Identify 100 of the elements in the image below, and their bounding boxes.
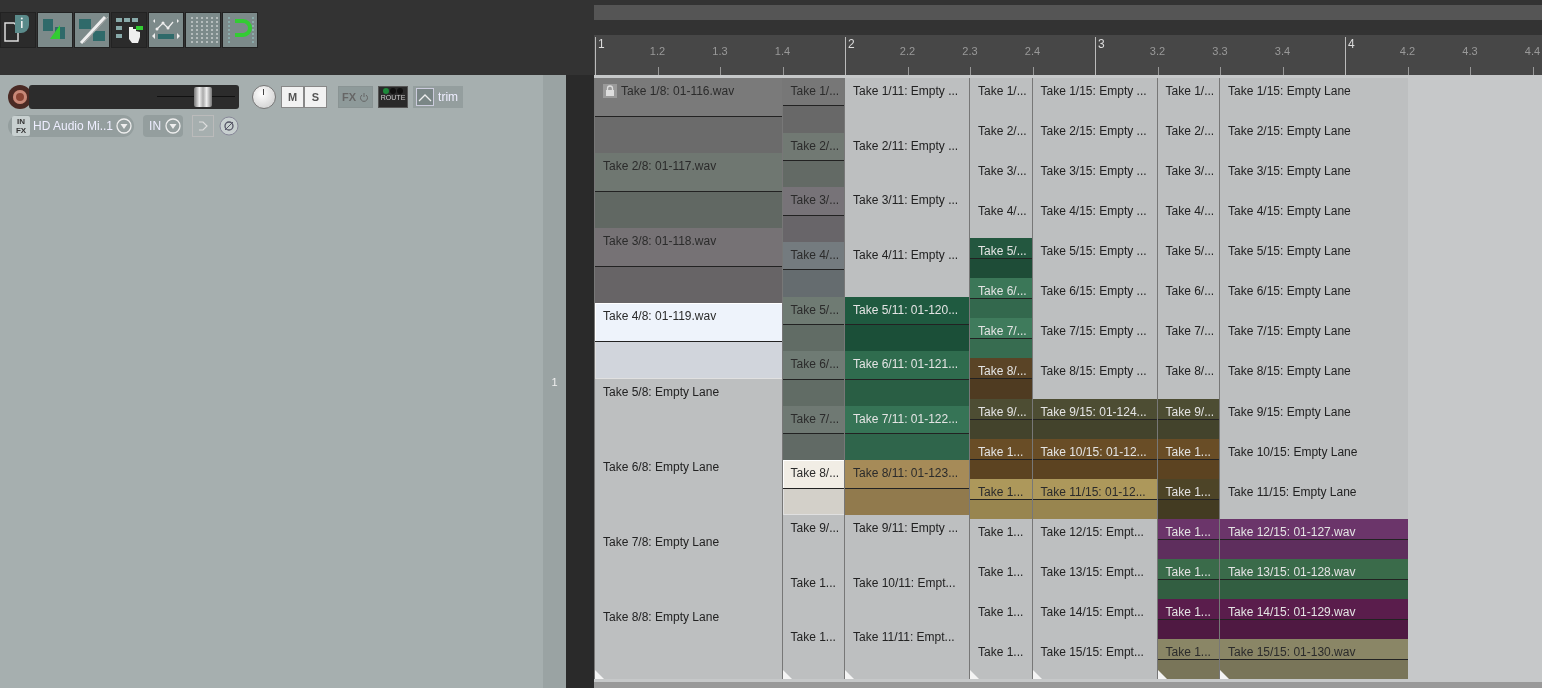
take-lane[interactable]: Take 12/15: 01-127.wav <box>1220 518 1408 559</box>
empty-take-lane[interactable]: Take 3/... <box>970 158 1033 199</box>
mute-button[interactable]: M <box>281 86 304 108</box>
media-item[interactable]: Take 1/... Take 2/... Take 3/... Take 4/... Take 5/... Take 6/... Take 7/... Take 8/... Take 9/... Take 1... Take 1... Take 1... Take 1... Take 1... Take 1... <box>969 78 1033 679</box>
fade-handle[interactable] <box>1220 670 1229 679</box>
empty-take-lane[interactable]: Take 8/15: Empty ... <box>1032 358 1158 399</box>
volume-fader[interactable] <box>194 87 213 107</box>
fade-handle[interactable] <box>970 670 979 679</box>
empty-take-lane[interactable]: Take 13/15: Empt... <box>1032 558 1158 599</box>
empty-take-lane[interactable]: Take 9/... <box>782 515 845 570</box>
empty-take-lane[interactable]: Take 2/11: Empty ... <box>845 132 970 188</box>
fade-handle[interactable] <box>595 670 604 679</box>
take-lane[interactable]: Take 7/11: 01-122... <box>845 405 970 461</box>
take-lane[interactable]: Take 1... <box>1157 438 1220 479</box>
take-lane[interactable]: Take 13/15: 01-128.wav <box>1220 558 1408 599</box>
take-lane[interactable]: Take 8/... <box>970 358 1033 399</box>
empty-take-lane[interactable]: Take 5/15: Empty Lane <box>1220 238 1408 279</box>
empty-take-lane[interactable]: Take 12/15: Empt... <box>1032 518 1158 559</box>
empty-take-lane[interactable]: Take 7/15: Empty ... <box>1032 318 1158 359</box>
empty-take-lane[interactable]: Take 8/8: Empty Lane <box>595 603 783 679</box>
fade-handle[interactable] <box>845 670 854 679</box>
empty-take-lane[interactable]: Take 15/15: Empt... <box>1032 638 1158 679</box>
media-item[interactable]: Take 1/8: 01-116.wav Take 2/8: 01-117.wav Take 3/8: 01-118.wav Take 4/8: 01-119.wav Take 5/8: Empty Lane Take 6/8: Empty Lane Take 7/8: Empty Lane Take 8/8: Empty Lane <box>594 78 783 679</box>
take-lane[interactable]: Take 1... <box>1157 638 1220 679</box>
take-lane[interactable]: Take 9/... <box>970 398 1033 439</box>
take-lane[interactable]: Take 1... <box>1157 558 1220 599</box>
empty-take-lane[interactable]: Take 6/8: Empty Lane <box>595 453 783 529</box>
empty-take-lane[interactable]: Take 1/15: Empty ... <box>1032 78 1158 119</box>
empty-take-lane[interactable]: Take 9/15: Empty Lane <box>1220 398 1408 439</box>
empty-take-lane[interactable]: Take 9/11: Empty ... <box>845 515 970 570</box>
empty-take-lane[interactable]: Take 1/11: Empty ... <box>845 78 970 133</box>
empty-take-lane[interactable]: Take 7/8: Empty Lane <box>595 528 783 604</box>
scrollbar[interactable] <box>594 5 1542 20</box>
empty-take-lane[interactable]: Take 1... <box>970 518 1033 559</box>
empty-take-lane[interactable]: Take 7/... <box>1157 318 1220 359</box>
empty-take-lane[interactable]: Take 2/15: Empty ... <box>1032 118 1158 159</box>
empty-take-lane[interactable]: Take 1... <box>970 598 1033 639</box>
take-lane[interactable]: Take 8/11: 01-123... <box>845 460 970 516</box>
take-lane[interactable]: Take 9/... <box>1157 398 1220 439</box>
empty-take-lane[interactable]: Take 6/15: Empty Lane <box>1220 278 1408 319</box>
take-lane[interactable]: Take 6/11: 01-121... <box>845 351 970 406</box>
empty-take-lane[interactable]: Take 2/... <box>1157 118 1220 159</box>
empty-take-lane[interactable]: Take 5/15: Empty ... <box>1032 238 1158 279</box>
take-lane[interactable]: Take 1... <box>1157 598 1220 639</box>
take-lane[interactable]: Take 4/8: 01-119.wav <box>595 303 783 379</box>
solo-button[interactable]: S <box>304 86 327 108</box>
media-item[interactable]: Take 1/... Take 2/... Take 3/... Take 4/... Take 5/... Take 6/... Take 7/... Take 8/... Take 9/... Take 1... Take 1... Take 1... Take 1... Take 1... Take 1... <box>1156 78 1220 679</box>
empty-take-lane[interactable]: Take 4/11: Empty ... <box>845 241 970 297</box>
empty-take-lane[interactable]: Take 6/15: Empty ... <box>1032 278 1158 319</box>
empty-take-lane[interactable]: Take 4/... <box>970 198 1033 239</box>
take-lane[interactable]: Take 1... <box>970 478 1033 519</box>
fade-handle[interactable] <box>782 670 792 679</box>
empty-take-lane[interactable]: Take 8/... <box>1157 358 1220 399</box>
empty-take-lane[interactable]: Take 10/15: Empty Lane <box>1220 438 1408 479</box>
empty-take-lane[interactable]: Take 3/11: Empty ... <box>845 187 970 242</box>
empty-take-lane[interactable]: Take 3/... <box>1157 158 1220 199</box>
media-item[interactable] <box>1219 78 1408 679</box>
empty-take-lane[interactable]: Take 5/8: Empty Lane <box>595 378 783 454</box>
toolbar-button[interactable] <box>222 12 258 48</box>
take-lane[interactable]: Take 7/... <box>970 318 1033 359</box>
empty-take-lane[interactable]: Take 10/11: Empt... <box>845 569 970 625</box>
toolbar-button[interactable] <box>74 12 110 48</box>
take-lane[interactable]: Take 1... <box>970 438 1033 479</box>
take-lane[interactable]: Take 15/15: 01-130.wav <box>1220 638 1408 679</box>
toolbar-button[interactable] <box>185 12 221 48</box>
empty-take-lane[interactable]: Take 2/... <box>970 118 1033 159</box>
fade-handle[interactable] <box>1157 670 1167 679</box>
empty-take-lane[interactable]: Take 1... <box>782 569 845 625</box>
toolbar-button[interactable] <box>37 12 73 48</box>
take-lane[interactable]: Take 5/... <box>970 238 1033 279</box>
empty-take-lane[interactable]: Take 4/... <box>1157 198 1220 239</box>
empty-take-lane[interactable]: Take 7/15: Empty Lane <box>1220 318 1408 359</box>
empty-take-lane[interactable]: Take 1/... <box>1157 78 1220 119</box>
empty-take-lane[interactable]: Take 1/... <box>970 78 1033 119</box>
take-lane[interactable]: Take 1... <box>1157 478 1220 519</box>
empty-take-lane[interactable]: Take 1... <box>970 558 1033 599</box>
toolbar-button[interactable] <box>148 12 184 48</box>
take-lane[interactable]: Take 1... <box>1157 518 1220 559</box>
empty-take-lane[interactable]: Take 5/... <box>1157 238 1220 279</box>
empty-take-lane[interactable]: Take 3/15: Empty ... <box>1032 158 1158 199</box>
empty-take-lane[interactable]: Take 11/15: Empty Lane <box>1220 478 1408 519</box>
take-lane[interactable]: Take 8/... <box>782 460 845 516</box>
toolbar-button[interactable] <box>0 12 36 48</box>
empty-take-lane[interactable]: Take 1... <box>782 624 845 680</box>
empty-take-lane[interactable]: Take 14/15: Empt... <box>1032 598 1158 639</box>
empty-take-lane[interactable]: Take 4/15: Empty Lane <box>1220 198 1408 239</box>
media-item[interactable]: Take 1/... Take 2/... Take 3/... Take 4/... Take 5/... Take 6/... Take 7/... Take 8/... Take 9/... Take 1... Take 1... <box>781 78 845 679</box>
fade-handle[interactable] <box>1032 670 1042 679</box>
take-lane[interactable]: Take 14/15: 01-129.wav <box>1220 598 1408 639</box>
empty-take-lane[interactable]: Take 11/11: Empt... <box>845 624 970 680</box>
take-lane[interactable]: Take 10/15: 01-12... <box>1032 438 1158 479</box>
media-item[interactable] <box>1031 78 1158 679</box>
empty-take-lane[interactable]: Take 8/15: Empty Lane <box>1220 358 1408 399</box>
empty-take-lane[interactable]: Take 2/15: Empty Lane <box>1220 118 1408 159</box>
pan-knob[interactable] <box>252 85 276 109</box>
empty-take-lane[interactable]: Take 1/15: Empty Lane <box>1220 78 1408 119</box>
empty-take-lane[interactable]: Take 1... <box>970 638 1033 679</box>
media-item[interactable] <box>844 78 970 679</box>
take-lane[interactable]: Take 9/15: 01-124... <box>1032 398 1158 439</box>
empty-take-lane[interactable]: Take 3/15: Empty Lane <box>1220 158 1408 199</box>
